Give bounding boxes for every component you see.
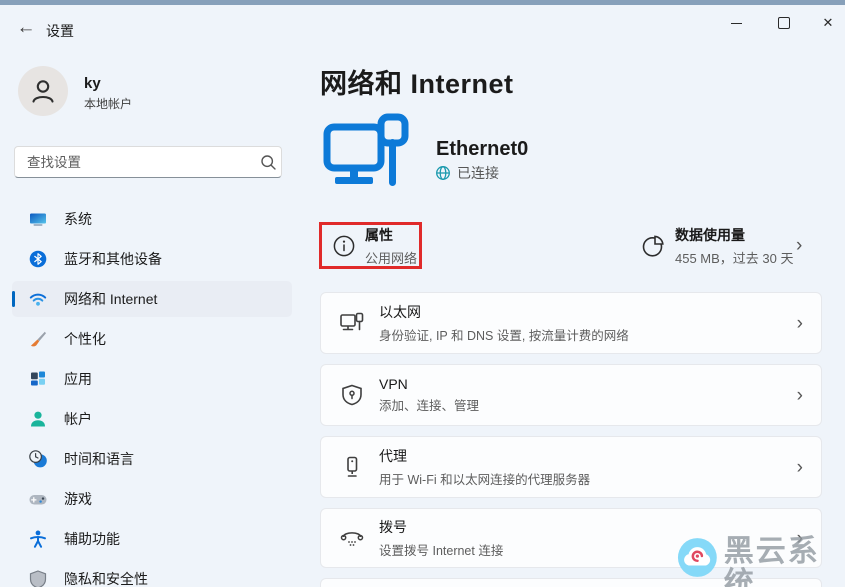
card-dialup[interactable]: 拨号 设置拨号 Internet 连接 ›	[320, 508, 822, 568]
back-arrow-icon: ←	[16, 17, 36, 38]
avatar	[18, 66, 68, 116]
profile-account-type: 本地帐户	[84, 97, 133, 111]
sidebar-item-label: 隐私和安全性	[64, 571, 148, 587]
globe-icon	[436, 166, 450, 180]
ethernet-hero-icon	[320, 112, 412, 197]
proxy-server-icon	[337, 455, 367, 479]
sidebar-item-label: 游戏	[64, 491, 92, 507]
gaming-icon	[28, 489, 48, 509]
system-icon	[28, 209, 48, 229]
close-button[interactable]: ✕	[806, 8, 845, 38]
connection-name: Ethernet0	[436, 138, 529, 160]
card-title: 拨号	[379, 519, 407, 535]
chevron-right-icon: ›	[796, 456, 803, 478]
ethernet-icon	[337, 311, 367, 335]
window-title: 设置	[46, 23, 74, 39]
card-title: VPN	[379, 376, 408, 392]
sidebar-item-personalization[interactable]: 个性化	[12, 321, 292, 357]
sidebar-item-label: 应用	[64, 371, 92, 387]
search-icon	[255, 154, 281, 171]
person-icon	[32, 80, 54, 103]
apps-icon	[28, 369, 48, 389]
card-subtitle: 添加、连接、管理	[379, 399, 480, 413]
sidebar-item-label: 蓝牙和其他设备	[64, 251, 162, 267]
selected-indicator	[12, 291, 15, 307]
sidebar-item-label: 辅助功能	[64, 531, 120, 547]
search-box	[14, 146, 282, 178]
maximize-button[interactable]	[762, 8, 806, 38]
sidebar-item-label: 时间和语言	[64, 451, 134, 467]
time-language-icon	[28, 449, 48, 469]
connection-status: 已连接	[435, 163, 499, 183]
network-icon	[28, 289, 48, 309]
vpn-shield-icon	[337, 383, 367, 407]
page-title: 网络和 Internet	[320, 69, 514, 99]
sidebar-item-label: 系统	[64, 211, 92, 227]
card-ethernet[interactable]: 以太网 身份验证, IP 和 DNS 设置, 按流量计费的网络 ›	[320, 292, 822, 354]
chevron-right-icon: ›	[796, 527, 803, 549]
accessibility-icon	[28, 529, 48, 549]
window-top-edge	[0, 0, 845, 5]
sidebar-item-gaming[interactable]: 游戏	[12, 481, 292, 517]
maximize-icon	[778, 17, 790, 29]
profile-name: ky	[84, 75, 101, 92]
card-subtitle: 用于 Wi-Fi 和以太网连接的代理服务器	[379, 473, 591, 487]
sidebar-item-accounts[interactable]: 帐户	[12, 401, 292, 437]
card-subtitle: 设置拨号 Internet 连接	[379, 544, 504, 558]
data-usage-subtitle: 455 MB，过去 30 天	[675, 251, 794, 266]
chevron-right-icon: ›	[796, 312, 803, 334]
personalization-icon	[28, 329, 48, 349]
back-button[interactable]: ←	[12, 16, 40, 40]
sidebar-item-network[interactable]: 网络和 Internet	[12, 281, 292, 317]
settings-window: ← 设置 ✕ ky 本地帐户 查找设置 系统 蓝牙和其他设备 网络和 Inter…	[0, 0, 845, 587]
bluetooth-icon	[28, 249, 48, 269]
privacy-icon	[28, 569, 48, 587]
sidebar-item-system[interactable]: 系统	[12, 201, 292, 237]
close-icon: ✕	[822, 15, 834, 30]
chevron-right-icon: ›	[796, 235, 803, 256]
annotation-red-box	[319, 222, 422, 269]
card-proxy[interactable]: 代理 用于 Wi-Fi 和以太网连接的代理服务器 ›	[320, 436, 822, 498]
dialup-phone-icon	[337, 527, 367, 549]
sidebar-item-accessibility[interactable]: 辅助功能	[12, 521, 292, 557]
sidebar-item-label: 个性化	[64, 331, 106, 347]
minimize-icon	[730, 22, 742, 24]
card-partial-bottom[interactable]	[320, 578, 822, 587]
chevron-right-icon: ›	[796, 384, 803, 406]
minimize-button[interactable]	[714, 8, 758, 38]
accounts-icon	[28, 409, 48, 429]
sidebar-item-time-language[interactable]: 时间和语言	[12, 441, 292, 477]
pie-chart-icon	[642, 235, 664, 257]
card-vpn[interactable]: VPN 添加、连接、管理 ›	[320, 364, 822, 426]
sidebar-item-label: 网络和 Internet	[64, 291, 158, 307]
card-title: 以太网	[379, 304, 421, 320]
data-usage-title: 数据使用量	[675, 227, 745, 243]
card-title: 代理	[379, 448, 407, 464]
sidebar-item-apps[interactable]: 应用	[12, 361, 292, 397]
sidebar-item-privacy[interactable]: 隐私和安全性	[12, 561, 292, 587]
card-subtitle: 身份验证, IP 和 DNS 设置, 按流量计费的网络	[379, 329, 629, 343]
data-usage-card[interactable]: 数据使用量 455 MB，过去 30 天	[640, 222, 820, 270]
search-input[interactable]	[15, 154, 255, 170]
sidebar-item-bluetooth[interactable]: 蓝牙和其他设备	[12, 241, 292, 277]
sidebar-item-label: 帐户	[64, 411, 92, 427]
connection-status-label: 已连接	[457, 165, 499, 181]
